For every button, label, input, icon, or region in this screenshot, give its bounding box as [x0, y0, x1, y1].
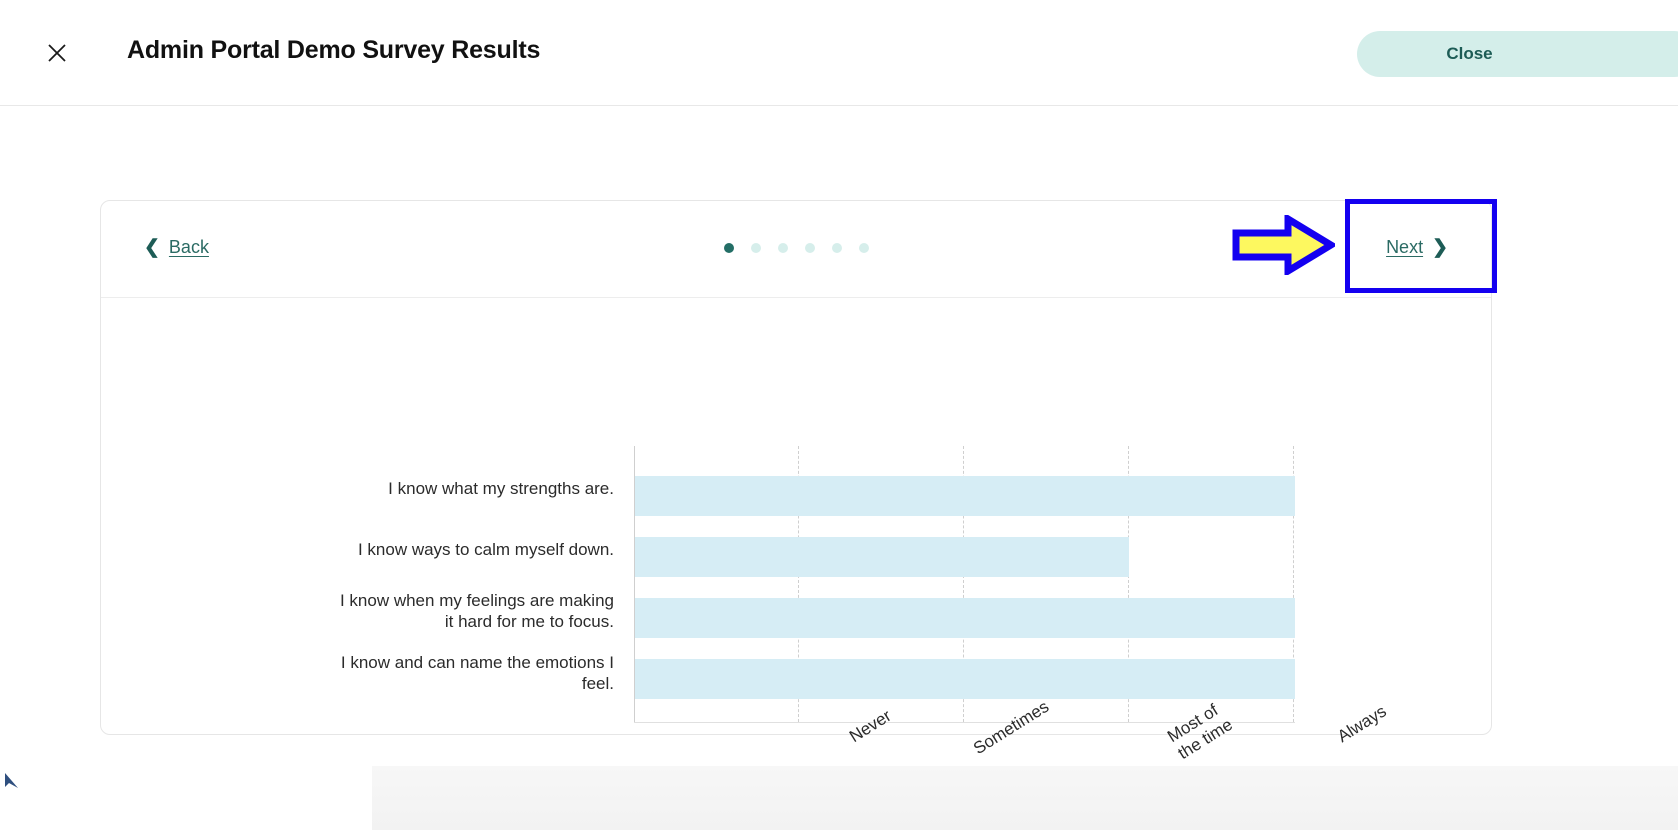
next-button-label: Next — [1386, 237, 1424, 257]
x-tick-label-always: Always — [1334, 701, 1390, 747]
survey-results-modal: Admin Portal Demo Survey Results Close ❮… — [0, 0, 1678, 830]
close-x-icon[interactable] — [44, 40, 70, 66]
chart-y-axis-labels: I know what my strengths are. I know way… — [314, 446, 624, 722]
close-button[interactable]: Close — [1357, 31, 1678, 77]
y-axis-label-2: I know when my feelings are making it ha… — [339, 591, 614, 632]
y-axis-label-3: I know and can name the emotions I feel. — [340, 653, 614, 694]
pagination-dot-1[interactable] — [723, 243, 734, 253]
y-axis-label-1: I know ways to calm myself down. — [357, 540, 614, 559]
bar-2[interactable] — [635, 598, 1295, 638]
page-title: Admin Portal Demo Survey Results — [127, 36, 541, 64]
bar-3[interactable] — [635, 659, 1295, 699]
chevron-right-icon: ❯ — [1432, 237, 1448, 258]
card-navigation-bar: ❮ Back Next ❯ — [101, 201, 1491, 298]
bar-0[interactable] — [635, 476, 1295, 516]
pagination-dot-4[interactable] — [804, 243, 815, 253]
footer-shade — [372, 766, 1678, 830]
chart-plot-area — [634, 446, 1295, 723]
y-axis-label-0: I know what my strengths are. — [388, 479, 614, 498]
pagination-dot-6[interactable] — [858, 243, 869, 253]
pagination-dot-3[interactable] — [777, 243, 788, 253]
mouse-cursor — [4, 772, 20, 790]
survey-bar-chart: I know what my strengths are. I know way… — [101, 298, 1491, 763]
results-card: ❮ Back Next ❯ I know what my strengths a… — [100, 200, 1492, 763]
bar-1[interactable] — [635, 537, 1129, 577]
next-button[interactable]: Next ❯ — [1386, 237, 1448, 258]
pagination-dot-2[interactable] — [750, 243, 761, 253]
pagination-dot-5[interactable] — [831, 243, 842, 253]
pagination-dots — [101, 243, 1491, 253]
modal-header: Admin Portal Demo Survey Results Close — [0, 0, 1678, 106]
